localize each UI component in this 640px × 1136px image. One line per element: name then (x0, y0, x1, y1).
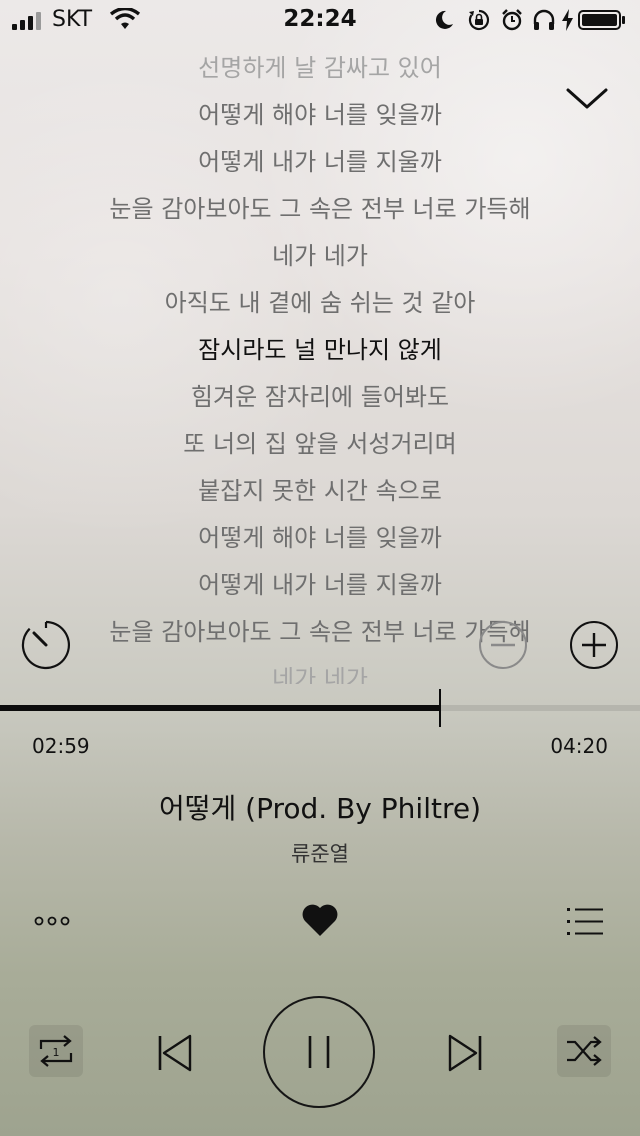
progress-slider[interactable] (0, 689, 640, 727)
repeat-button[interactable]: 1 (29, 1025, 83, 1077)
total-time: 04:20 (550, 734, 608, 758)
lyric-line: 네가 네가 (272, 242, 368, 270)
lyric-line: 어떻게 내가 너를 지울까 (198, 148, 442, 176)
more-button[interactable] (32, 906, 76, 936)
lyric-line-active: 잠시라도 널 만나지 않게 (198, 336, 442, 364)
playlist-icon (567, 908, 603, 935)
next-button[interactable] (440, 1030, 492, 1076)
like-button[interactable] (300, 901, 340, 939)
status-bar: SKT 22:24 (0, 0, 640, 40)
moon-icon (435, 10, 453, 29)
skip-previous-icon (158, 1034, 192, 1072)
headphones-icon (533, 9, 555, 30)
repeat-one-icon: 1 (39, 1035, 73, 1067)
previous-button[interactable] (148, 1030, 200, 1076)
pause-icon (308, 1036, 330, 1068)
orientation-lock-icon (468, 9, 490, 31)
plus-circle-icon (570, 621, 618, 669)
chevron-down-icon (566, 88, 608, 109)
charging-icon (562, 9, 573, 31)
lyric-line: 또 너의 집 앞을 서성거리며 (183, 430, 457, 458)
song-title: 어떻게 (Prod. By Philtre) (159, 792, 481, 825)
progress-fill (0, 705, 440, 711)
lyrics-zoom-in-button[interactable] (569, 620, 619, 670)
shuffle-button[interactable] (557, 1025, 611, 1077)
lyric-line: 힘겨운 잠자리에 들어봐도 (190, 383, 450, 411)
progress-thumb[interactable] (439, 689, 441, 727)
skip-next-icon (448, 1034, 482, 1072)
battery-icon (578, 10, 625, 30)
lyric-line: 아직도 내 곁에 숨 쉬는 것 같아 (164, 289, 476, 317)
lyric-line: 눈을 감아보아도 그 속은 전부 너로 가득해 (109, 195, 531, 223)
playlist-button[interactable] (565, 905, 605, 939)
minus-circle-icon (479, 621, 527, 669)
artist-name[interactable]: 류준열 (0, 838, 640, 868)
svg-text:1: 1 (53, 1046, 60, 1059)
lyric-line: 어떻게 내가 너를 지울까 (198, 571, 442, 599)
pause-button[interactable] (263, 996, 375, 1108)
lyric-line: 눈을 감아보아도 그 속은 전부 너로 가득해 (109, 618, 531, 646)
alarm-icon (502, 9, 522, 31)
lyrics-zoom-out-button[interactable] (478, 620, 528, 670)
collapse-button[interactable] (562, 82, 612, 116)
shuffle-icon (567, 1036, 602, 1066)
sleep-timer-button[interactable] (20, 619, 72, 671)
lyrics-view[interactable]: 선명하게 날 감싸고 있어 어떻게 해야 너를 잊을까 어떻게 내가 너를 지울… (0, 44, 640, 684)
sleep-timer-icon (21, 620, 71, 670)
heart-icon (302, 904, 338, 936)
lyric-line: 붙잡지 못한 시간 속으로 (198, 477, 442, 505)
lyric-line: 네가 네가 (272, 665, 368, 684)
lyric-line: 선명하게 날 감싸고 있어 (198, 54, 442, 82)
elapsed-time: 02:59 (32, 734, 90, 758)
lyric-line: 어떻게 해야 너를 잊을까 (198, 101, 442, 129)
more-icon (34, 916, 70, 926)
lyric-line: 어떻게 해야 너를 잊을까 (198, 524, 442, 552)
